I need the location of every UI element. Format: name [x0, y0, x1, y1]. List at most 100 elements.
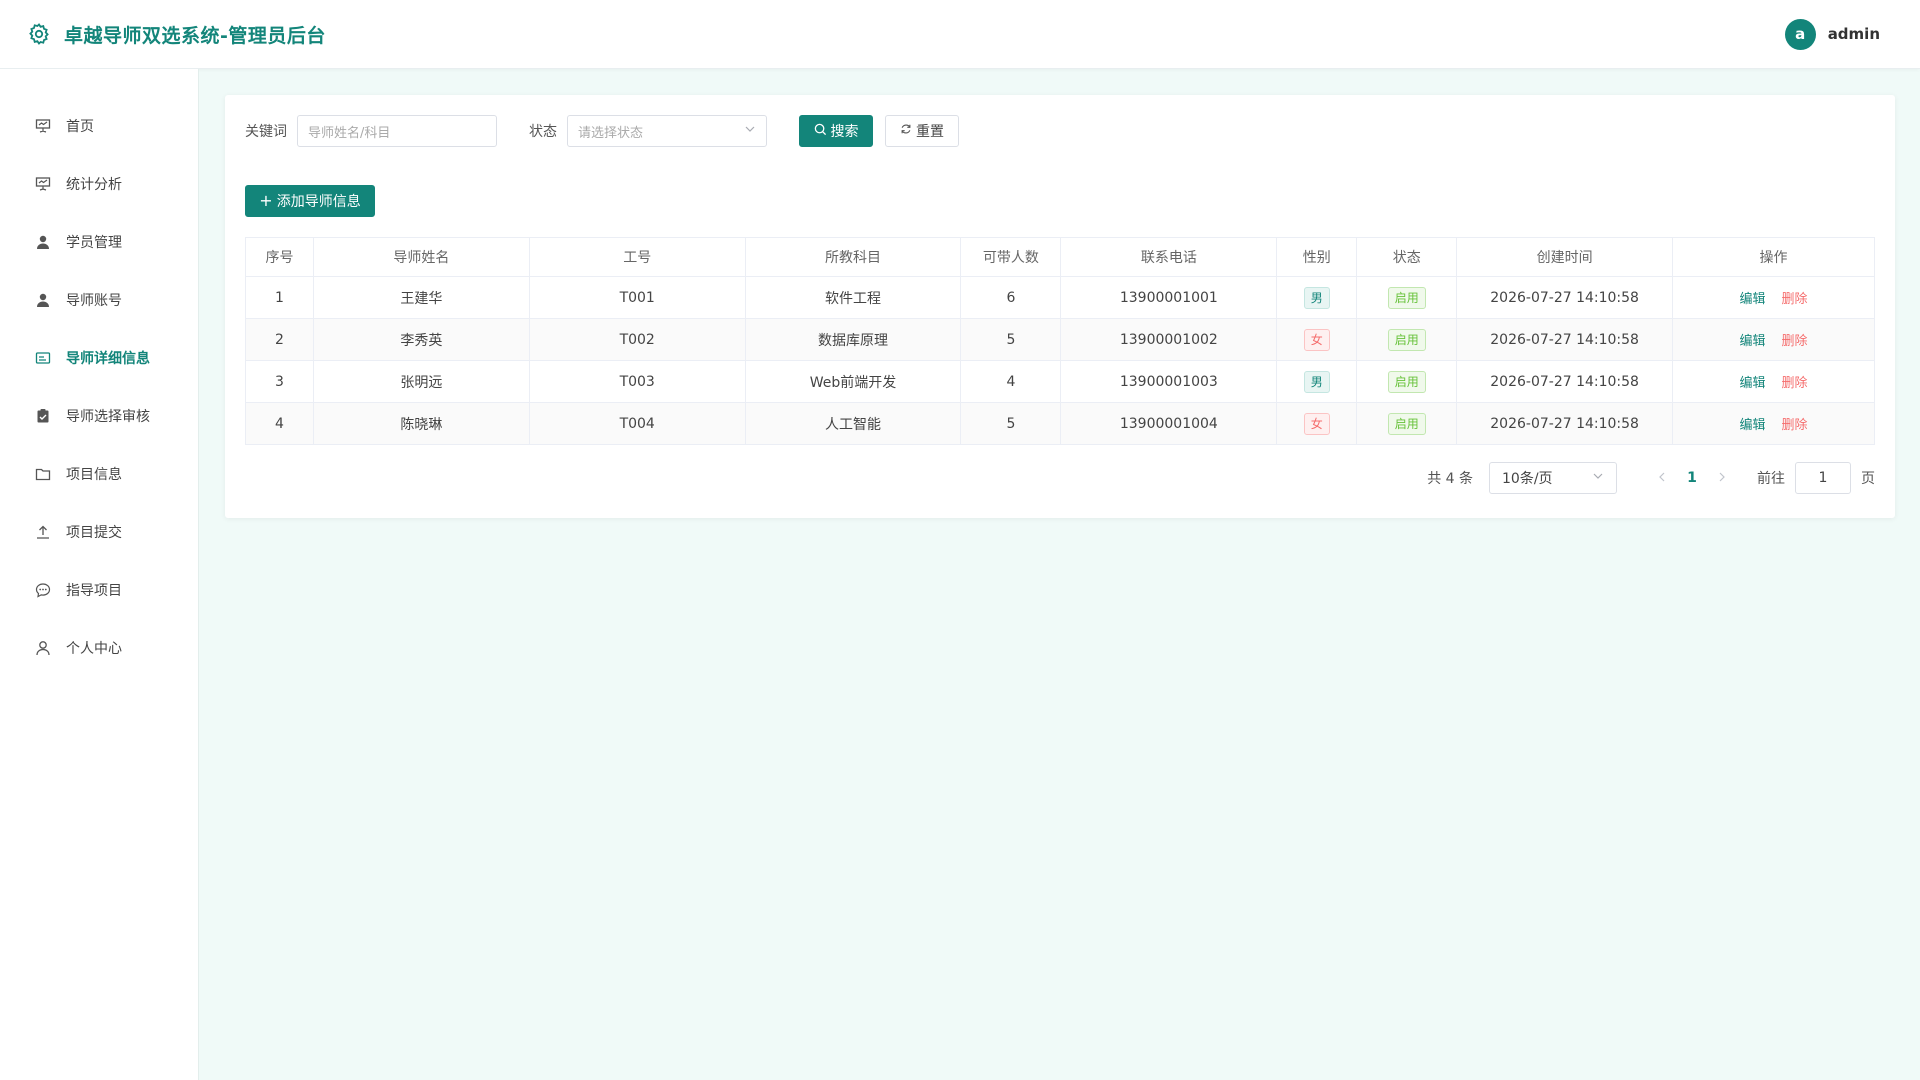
sidebar-item-3[interactable]: 导师账号: [0, 271, 198, 329]
sidebar-item-7[interactable]: 项目提交: [0, 503, 198, 561]
cell-gender: 女: [1276, 402, 1358, 445]
sidebar-item-label: 导师选择审核: [66, 409, 150, 425]
teacher-table: 序号 导师姓名 工号 所教科目 可带人数 联系电话 性别 状态 创建时间 操作 1 王建华 T001 软…: [245, 237, 1875, 445]
cell-capacity: 5: [960, 402, 1062, 445]
cell-name: 张明远: [312, 360, 530, 403]
edit-button[interactable]: 编辑: [1740, 292, 1766, 307]
table-header-row: 序号 导师姓名 工号 所教科目 可带人数 联系电话 性别 状态 创建时间 操作: [245, 237, 1875, 277]
sidebar-item-label: 统计分析: [66, 177, 122, 193]
cell-gender: 男: [1276, 360, 1358, 403]
top-header: 卓越导师双选系统-管理员后台 a admin: [0, 0, 1920, 69]
keyword-label: 关键词: [245, 124, 287, 140]
add-teacher-button[interactable]: + 添加导师信息: [245, 185, 375, 217]
cell-index: 3: [245, 360, 314, 403]
gender-tag: 男: [1303, 370, 1330, 393]
column-header: 所教科目: [744, 237, 962, 277]
table-row: 3 张明远 T003 Web前端开发 4 13900001003 男 启用 2026-07-27…: [245, 360, 1875, 403]
cell-name: 李秀英: [312, 318, 530, 361]
upload-icon: [34, 523, 52, 541]
next-page-icon[interactable]: [1707, 470, 1737, 486]
user-icon: [34, 233, 52, 251]
username[interactable]: admin: [1828, 25, 1880, 43]
person-outline-icon: [34, 639, 52, 657]
cell-subject: 数据库原理: [744, 318, 962, 361]
status-badge: 启用: [1387, 370, 1426, 393]
sidebar-item-6[interactable]: 项目信息: [0, 445, 198, 503]
sidebar-item-9[interactable]: 个人中心: [0, 619, 198, 677]
presentation-board-icon: [34, 175, 52, 193]
edit-button[interactable]: 编辑: [1740, 334, 1766, 349]
column-header: 序号: [245, 237, 314, 277]
delete-button[interactable]: 删除: [1782, 376, 1808, 391]
status-badge: 启用: [1387, 286, 1426, 309]
cell-subject: 人工智能: [744, 402, 962, 445]
chevron-down-icon: [744, 123, 756, 139]
page-number-current[interactable]: 1: [1677, 470, 1707, 486]
cell-gender: 男: [1276, 276, 1358, 319]
cell-subject: Web前端开发: [744, 360, 962, 403]
app-title: 卓越导师双选系统-管理员后台: [64, 24, 326, 47]
sidebar-item-label: 项目提交: [66, 525, 122, 541]
cell-capacity: 6: [960, 276, 1062, 319]
user-menu[interactable]: a admin: [1784, 18, 1880, 50]
delete-button[interactable]: 删除: [1782, 418, 1808, 433]
sidebar-item-label: 指导项目: [66, 583, 122, 599]
column-header: 性别: [1276, 237, 1358, 277]
cell-id: T001: [528, 276, 746, 319]
sidebar-item-1[interactable]: 统计分析: [0, 155, 198, 213]
sidebar-item-8[interactable]: 指导项目: [0, 561, 198, 619]
cell-actions: 编辑 删除: [1672, 318, 1875, 361]
keyword-input[interactable]: 导师姓名/科目: [297, 115, 497, 147]
cell-index: 1: [245, 276, 314, 319]
column-header: 状态: [1356, 237, 1458, 277]
cell-subject: 软件工程: [744, 276, 962, 319]
sidebar-item-4[interactable]: 导师详细信息: [0, 329, 198, 387]
sidebar-item-0[interactable]: 首页: [0, 97, 198, 155]
status-select[interactable]: 请选择状态: [567, 115, 767, 147]
sidebar-item-5[interactable]: 导师选择审核: [0, 387, 198, 445]
gear-icon: [26, 21, 52, 47]
keyword-placeholder: 导师姓名/科目: [308, 125, 391, 141]
sidebar-item-2[interactable]: 学员管理: [0, 213, 198, 271]
cell-capacity: 5: [960, 318, 1062, 361]
main-card: 关键词 导师姓名/科目 状态 请选择状态 搜索 重置 + 添加导师信息 序号 导…: [225, 95, 1895, 518]
goto-page-input[interactable]: 1: [1795, 462, 1851, 494]
table-row: 4 陈晓琳 T004 人工智能 5 13900001004 女 启用 2026-07-27 14…: [245, 402, 1875, 445]
edit-button[interactable]: 编辑: [1740, 418, 1766, 433]
status-badge: 启用: [1387, 412, 1426, 435]
goto-label: 前往: [1757, 471, 1785, 487]
chat-bubble-icon: [34, 581, 52, 599]
search-button[interactable]: 搜索: [799, 115, 873, 147]
cell-index: 4: [245, 402, 314, 445]
page-size-value: 10条/页: [1502, 471, 1553, 487]
edit-button[interactable]: 编辑: [1740, 376, 1766, 391]
folder-icon: [34, 465, 52, 483]
chevron-down-icon: [1592, 470, 1604, 486]
cell-actions: 编辑 删除: [1672, 276, 1875, 319]
sidebar-item-label: 导师账号: [66, 293, 122, 309]
page-size-select[interactable]: 10条/页: [1489, 462, 1617, 494]
presentation-board-icon: [34, 117, 52, 135]
gender-tag: 男: [1303, 286, 1330, 309]
goto-page-value: 1: [1818, 470, 1828, 486]
brand: 卓越导师双选系统-管理员后台: [26, 21, 326, 48]
cell-status: 启用: [1356, 402, 1458, 445]
prev-page-icon[interactable]: [1647, 470, 1677, 486]
reset-button[interactable]: 重置: [885, 115, 959, 147]
column-header: 工号: [528, 237, 746, 277]
cell-phone: 13900001004: [1060, 402, 1278, 445]
cell-created: 2026-07-27 14:10:58: [1456, 402, 1674, 445]
column-header: 操作: [1672, 237, 1875, 277]
delete-button[interactable]: 删除: [1782, 334, 1808, 349]
avatar[interactable]: a: [1784, 18, 1816, 50]
page-suffix: 页: [1861, 471, 1875, 487]
cell-name: 陈晓琳: [312, 402, 530, 445]
cell-phone: 13900001001: [1060, 276, 1278, 319]
delete-button[interactable]: 删除: [1782, 292, 1808, 307]
add-teacher-label: 添加导师信息: [276, 194, 361, 210]
status-placeholder: 请选择状态: [578, 125, 644, 141]
cell-id: T004: [528, 402, 746, 445]
sidebar-item-label: 项目信息: [66, 467, 122, 483]
cell-created: 2026-07-27 14:10:58: [1456, 276, 1674, 319]
cell-id: T003: [528, 360, 746, 403]
